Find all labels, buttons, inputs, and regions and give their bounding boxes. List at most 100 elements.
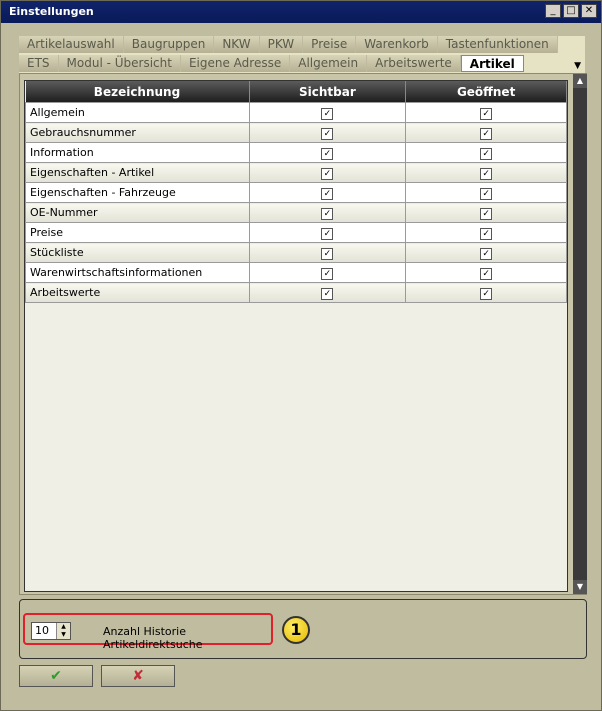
- checkbox-sichtbar[interactable]: ✓: [321, 227, 334, 240]
- empty-row: [25, 360, 567, 379]
- empty-row: [25, 341, 567, 360]
- checkbox-sichtbar[interactable]: ✓: [321, 207, 334, 220]
- tab-preise[interactable]: Preise: [303, 36, 357, 53]
- cell-geoeffnet: ✓: [405, 102, 567, 123]
- checkbox-sichtbar[interactable]: ✓: [321, 267, 334, 280]
- checkbox-geoeffnet[interactable]: ✓: [480, 147, 493, 160]
- table-row[interactable]: Preise ✓ ✓: [25, 222, 567, 243]
- checkbox-sichtbar[interactable]: ✓: [321, 147, 334, 160]
- row-label: Stückliste: [25, 242, 250, 263]
- row-label: OE-Nummer: [25, 202, 250, 223]
- artikel-grid: Bezeichnung Sichtbar Geöffnet Allgemein ✓…: [24, 80, 568, 592]
- cell-sichtbar: ✓: [248, 282, 407, 303]
- tab-allgemein[interactable]: Allgemein: [290, 55, 368, 72]
- tab-modul-übersicht[interactable]: Modul - Übersicht: [58, 55, 181, 72]
- scroll-up-icon[interactable]: ▲: [573, 74, 587, 88]
- table-row[interactable]: OE-Nummer ✓ ✓: [25, 202, 567, 223]
- cell-sichtbar: ✓: [248, 262, 407, 283]
- tab-artikel[interactable]: Artikel: [460, 55, 524, 72]
- tab-baugruppen[interactable]: Baugruppen: [123, 36, 215, 53]
- row-label: Gebrauchsnummer: [25, 122, 250, 143]
- empty-row: [25, 398, 567, 417]
- tab-ets[interactable]: ETS: [19, 55, 59, 72]
- table-row[interactable]: Arbeitswerte ✓ ✓: [25, 282, 567, 303]
- table-row[interactable]: Warenwirtschaftsinformationen ✓ ✓: [25, 262, 567, 283]
- highlight-frame: 10 ▲ ▼ Anzahl Historie Artikeldirektsuche: [23, 613, 273, 651]
- cell-sichtbar: ✓: [248, 202, 407, 223]
- cell-geoeffnet: ✓: [405, 242, 567, 263]
- checkbox-sichtbar[interactable]: ✓: [321, 187, 334, 200]
- tab-pkw[interactable]: PKW: [259, 36, 304, 53]
- cancel-button[interactable]: ✘: [101, 665, 175, 687]
- checkbox-geoeffnet[interactable]: ✓: [480, 107, 493, 120]
- checkbox-geoeffnet[interactable]: ✓: [480, 287, 493, 300]
- row-label: Allgemein: [25, 102, 250, 123]
- table-row[interactable]: Gebrauchsnummer ✓ ✓: [25, 122, 567, 143]
- empty-row: [25, 302, 567, 322]
- table-row[interactable]: Eigenschaften - Fahrzeuge ✓ ✓: [25, 182, 567, 203]
- checkbox-geoeffnet[interactable]: ✓: [480, 187, 493, 200]
- empty-row: [25, 493, 567, 512]
- row-label: Preise: [25, 222, 250, 243]
- checkbox-geoeffnet[interactable]: ✓: [480, 127, 493, 140]
- tab-tastenfunktionen[interactable]: Tastenfunktionen: [437, 36, 558, 53]
- history-groupbox: 10 ▲ ▼ Anzahl Historie Artikeldirektsuche…: [19, 599, 587, 659]
- checkbox-sichtbar[interactable]: ✓: [321, 107, 334, 120]
- tab-dropdown-icon[interactable]: ▼: [574, 61, 581, 71]
- maximize-icon[interactable]: □: [563, 4, 579, 18]
- stepper-arrows-icon[interactable]: ▲ ▼: [56, 623, 70, 639]
- empty-row: [25, 474, 567, 493]
- vertical-scrollbar[interactable]: ▲ ▼: [573, 74, 587, 594]
- cell-geoeffnet: ✓: [405, 122, 567, 143]
- cell-sichtbar: ✓: [248, 162, 407, 183]
- cell-sichtbar: ✓: [248, 142, 407, 163]
- checkbox-geoeffnet[interactable]: ✓: [480, 227, 493, 240]
- empty-row: [25, 379, 567, 398]
- cell-geoeffnet: ✓: [405, 162, 567, 183]
- tab-eigene-adresse[interactable]: Eigene Adresse: [180, 55, 291, 72]
- table-row[interactable]: Allgemein ✓ ✓: [25, 102, 567, 123]
- cross-icon: ✘: [132, 668, 144, 684]
- info-icon[interactable]: 1: [282, 616, 310, 644]
- cell-sichtbar: ✓: [248, 222, 407, 243]
- column-header-geoeffnet[interactable]: Geöffnet: [405, 81, 567, 103]
- minimize-icon[interactable]: _: [545, 4, 561, 18]
- artikel-panel: Bezeichnung Sichtbar Geöffnet Allgemein ✓…: [19, 73, 587, 595]
- table-row[interactable]: Information ✓ ✓: [25, 142, 567, 163]
- scroll-down-icon[interactable]: ▼: [573, 580, 587, 594]
- checkbox-geoeffnet[interactable]: ✓: [480, 207, 493, 220]
- tab-artikelauswahl[interactable]: Artikelauswahl: [19, 36, 124, 53]
- title-bar: Einstellungen _ □ ✕: [1, 1, 601, 23]
- close-icon[interactable]: ✕: [581, 4, 597, 18]
- checkbox-sichtbar[interactable]: ✓: [321, 287, 334, 300]
- checkbox-geoeffnet[interactable]: ✓: [480, 167, 493, 180]
- history-label: Anzahl Historie Artikeldirektsuche: [103, 625, 203, 651]
- column-header-bezeichnung[interactable]: Bezeichnung: [25, 81, 250, 103]
- table-row[interactable]: Stückliste ✓ ✓: [25, 242, 567, 263]
- tab-row-1: Artikelauswahl Baugruppen NKW PKW Preise Ware…: [19, 36, 558, 53]
- empty-row: [25, 417, 567, 436]
- row-label: Warenwirtschaftsinformationen: [25, 262, 250, 283]
- history-count-value: 10: [35, 624, 49, 637]
- history-count-stepper[interactable]: 10 ▲ ▼: [31, 622, 71, 640]
- tab-nkw[interactable]: NKW: [214, 36, 260, 53]
- checkbox-geoeffnet[interactable]: ✓: [480, 247, 493, 260]
- cell-geoeffnet: ✓: [405, 142, 567, 163]
- empty-row: [25, 455, 567, 474]
- checkbox-sichtbar[interactable]: ✓: [321, 167, 334, 180]
- checkbox-sichtbar[interactable]: ✓: [321, 247, 334, 260]
- column-header-sichtbar[interactable]: Sichtbar: [249, 81, 407, 103]
- checkmark-icon: ✔: [50, 668, 62, 684]
- tab-row-2: ETS Modul - Übersicht Eigene Adresse Allgem…: [19, 55, 524, 72]
- tab-warenkorb[interactable]: Warenkorb: [356, 36, 438, 53]
- tab-arbeitswerte[interactable]: Arbeitswerte: [367, 55, 461, 72]
- checkbox-sichtbar[interactable]: ✓: [321, 127, 334, 140]
- settings-window: Einstellungen _ □ ✕ Artikelauswahl Baugru…: [0, 0, 602, 711]
- cell-geoeffnet: ✓: [405, 262, 567, 283]
- ok-button[interactable]: ✔: [19, 665, 93, 687]
- cell-geoeffnet: ✓: [405, 182, 567, 203]
- row-label: Eigenschaften - Artikel: [25, 162, 250, 183]
- cell-sichtbar: ✓: [248, 122, 407, 143]
- table-row[interactable]: Eigenschaften - Artikel ✓ ✓: [25, 162, 567, 183]
- checkbox-geoeffnet[interactable]: ✓: [480, 267, 493, 280]
